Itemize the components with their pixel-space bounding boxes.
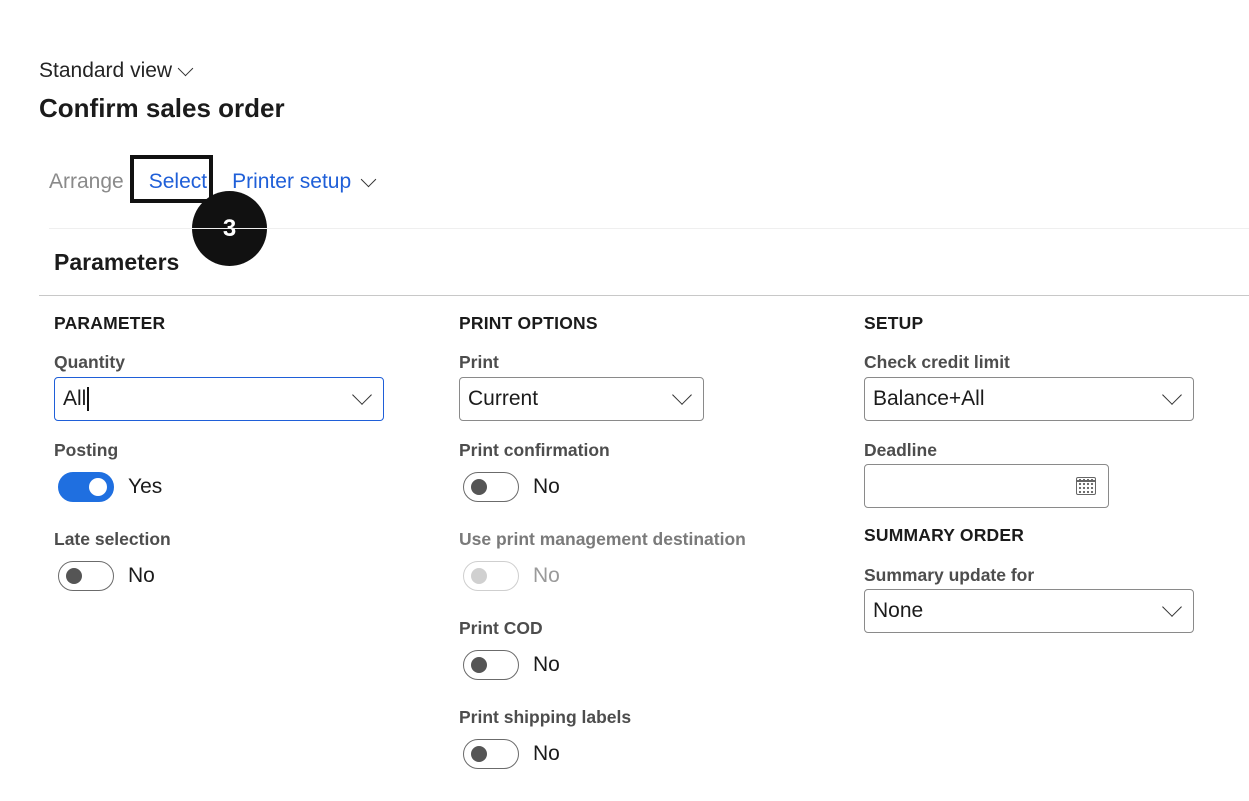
- print-select[interactable]: Current: [459, 377, 704, 421]
- print-shipping-labels-value: No: [533, 742, 560, 765]
- select-highlight-box: [130, 155, 213, 203]
- quantity-select[interactable]: All: [54, 377, 384, 421]
- section-title: Parameters: [54, 249, 180, 275]
- quantity-label: Quantity: [54, 352, 125, 372]
- print-cod-toggle[interactable]: [463, 650, 519, 680]
- chevron-down-icon: [1162, 385, 1182, 405]
- use-print-mgmt-label: Use print management destination: [459, 529, 746, 549]
- calendar-icon[interactable]: [1076, 477, 1096, 495]
- summary-order-heading: SUMMARY ORDER: [864, 525, 1025, 545]
- summary-update-value: None: [873, 599, 924, 622]
- deadline-input[interactable]: [864, 464, 1109, 508]
- late-selection-value: No: [128, 564, 155, 587]
- setup-heading: SETUP: [864, 313, 924, 333]
- print-value: Current: [468, 387, 539, 410]
- chevron-down-icon: [1162, 597, 1182, 617]
- printer-setup-button[interactable]: Printer setup: [232, 170, 377, 194]
- summary-update-select[interactable]: None: [864, 589, 1194, 633]
- section-divider: [39, 295, 1249, 296]
- view-label: Standard view: [39, 59, 173, 82]
- check-credit-limit-value: Balance+All: [873, 387, 985, 410]
- print-label: Print: [459, 352, 499, 372]
- use-print-mgmt-toggle-row: No: [463, 561, 560, 591]
- quantity-value: All: [63, 386, 87, 410]
- toggle-knob: [471, 746, 487, 762]
- toggle-knob: [471, 479, 487, 495]
- print-shipping-labels-toggle[interactable]: [463, 739, 519, 769]
- posting-toggle-row: Yes: [58, 472, 162, 502]
- print-confirmation-label: Print confirmation: [459, 440, 610, 460]
- print-cod-toggle-row: No: [463, 650, 560, 680]
- posting-label: Posting: [54, 440, 119, 460]
- page-title: Confirm sales order: [39, 93, 285, 123]
- use-print-mgmt-value: No: [533, 564, 560, 587]
- toolbar-divider: [49, 228, 1249, 229]
- text-caret: [87, 387, 89, 412]
- chevron-down-icon: [360, 171, 377, 187]
- use-print-mgmt-toggle: [463, 561, 519, 591]
- late-selection-toggle[interactable]: [58, 561, 114, 591]
- print-confirmation-toggle[interactable]: [463, 472, 519, 502]
- toggle-knob: [89, 478, 107, 496]
- chevron-down-icon: [352, 385, 372, 405]
- print-confirmation-toggle-row: No: [463, 472, 560, 502]
- chevron-down-icon: [672, 385, 692, 405]
- chevron-down-icon: [177, 60, 194, 76]
- posting-toggle[interactable]: [58, 472, 114, 502]
- printer-setup-label: Printer setup: [232, 170, 352, 193]
- check-credit-limit-select[interactable]: Balance+All: [864, 377, 1194, 421]
- print-confirmation-value: No: [533, 475, 560, 498]
- parameter-heading: PARAMETER: [54, 313, 166, 333]
- print-cod-label: Print COD: [459, 618, 543, 638]
- toggle-knob: [66, 568, 82, 584]
- deadline-label: Deadline: [864, 440, 937, 460]
- posting-value: Yes: [128, 475, 163, 498]
- print-shipping-labels-label: Print shipping labels: [459, 707, 632, 727]
- check-credit-limit-label: Check credit limit: [864, 352, 1010, 372]
- print-options-heading: PRINT OPTIONS: [459, 313, 598, 333]
- print-shipping-labels-toggle-row: No: [463, 739, 560, 769]
- view-selector[interactable]: Standard view: [39, 59, 194, 83]
- late-selection-label: Late selection: [54, 529, 171, 549]
- arrange-button[interactable]: Arrange: [49, 170, 124, 194]
- toggle-knob: [471, 568, 487, 584]
- late-selection-toggle-row: No: [58, 561, 155, 591]
- summary-update-label: Summary update for: [864, 565, 1035, 585]
- print-cod-value: No: [533, 653, 560, 676]
- toggle-knob: [471, 657, 487, 673]
